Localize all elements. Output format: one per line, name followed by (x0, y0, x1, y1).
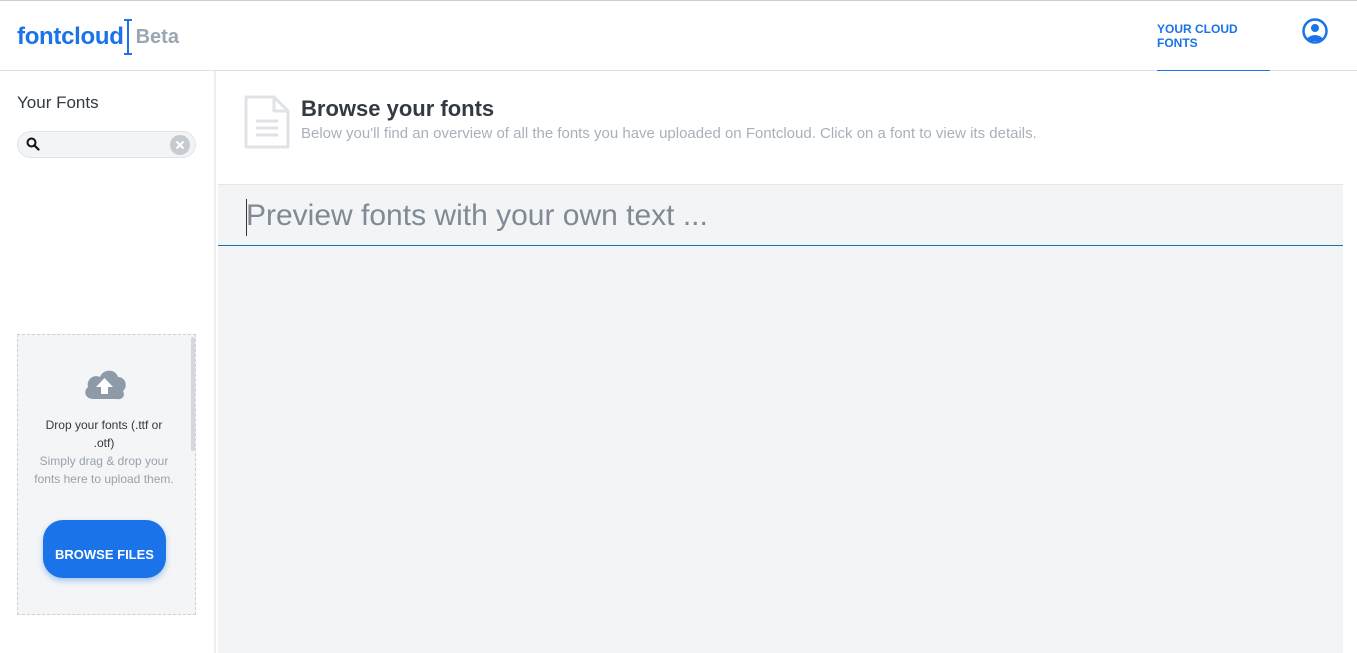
page-description: Below you'll find an overview of all the… (301, 125, 1037, 142)
font-preview-area (218, 184, 1343, 653)
beta-badge: Beta (135, 25, 179, 48)
browse-files-button[interactable]: BROWSE FILES (43, 520, 166, 578)
sidebar: Your Fonts Drop your fonts (.ttf or .otf… (0, 71, 216, 653)
nav-your-cloud-fonts[interactable]: YOUR CLOUD FONTS (1157, 1, 1270, 72)
main-content: Browse your fonts Below you'll find an o… (218, 71, 1343, 653)
top-bar: fontcloud Beta YOUR CLOUD FONTS (0, 0, 1357, 72)
dropzone-title: Drop your fonts (.ttf or .otf) (45, 418, 163, 450)
font-search (17, 131, 196, 158)
dropzone-scrollbar[interactable] (191, 337, 195, 451)
document-icon (244, 95, 290, 149)
sidebar-title: Your Fonts (17, 93, 99, 112)
user-circle-icon[interactable] (1302, 18, 1328, 44)
clear-search-icon[interactable] (170, 135, 190, 155)
cloud-upload-icon (82, 367, 128, 403)
page-scrollbar-track[interactable] (1343, 71, 1357, 653)
logo-wordmark: fontcloud (17, 23, 124, 50)
logo[interactable]: fontcloud Beta (17, 19, 179, 55)
search-input[interactable] (44, 134, 164, 155)
preview-text-input[interactable] (246, 191, 1326, 241)
search-icon (26, 137, 40, 151)
dropzone-subtitle: Simply drag & drop your fonts here to up… (34, 454, 174, 486)
preview-text-field (218, 185, 1343, 246)
font-dropzone[interactable]: Drop your fonts (.ttf or .otf) Simply dr… (17, 334, 196, 615)
page-title: Browse your fonts (301, 96, 495, 121)
logo-cursor-mark (123, 19, 132, 55)
